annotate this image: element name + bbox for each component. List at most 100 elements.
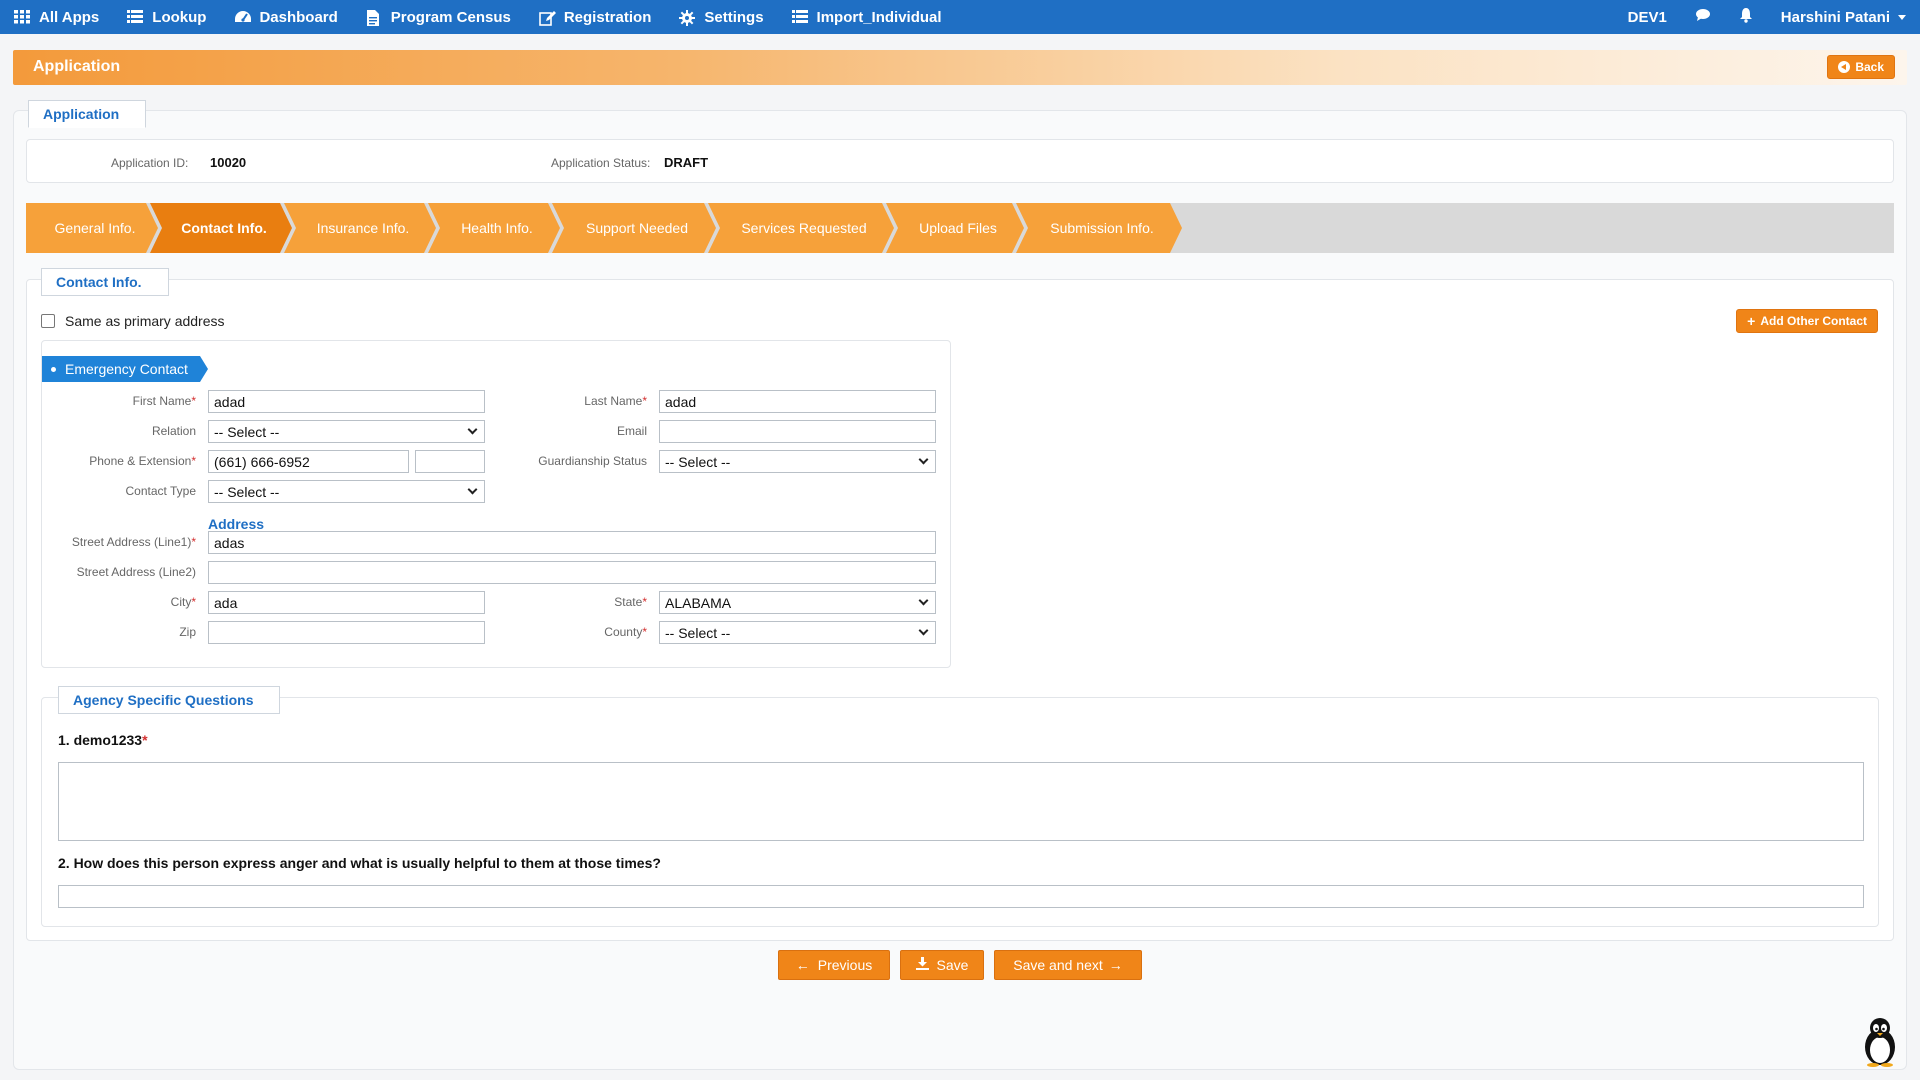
same-as-primary-row: Same as primary address [41, 313, 225, 329]
relation-label: Relation [151, 424, 196, 438]
env-badge: DEV1 [1614, 0, 1681, 34]
nav-registration-label: Registration [563, 8, 652, 26]
relation-value: -- Select -- [214, 423, 280, 440]
bell-icon [1739, 7, 1753, 27]
zip-input[interactable] [208, 621, 485, 644]
chevron-down-icon [467, 484, 478, 495]
street2-input[interactable] [208, 561, 936, 584]
application-status-value: DRAFT [664, 155, 709, 170]
step-label: Upload Files [919, 220, 997, 236]
last-name-input[interactable] [659, 390, 936, 413]
nav-program-census[interactable]: Program Census [352, 0, 525, 34]
relation-select[interactable]: -- Select -- [208, 420, 485, 443]
step-label: Services Requested [741, 220, 867, 236]
county-select[interactable]: -- Select -- [659, 621, 936, 644]
county-value: -- Select -- [665, 624, 731, 641]
bullet-icon [51, 367, 56, 372]
email-label: Email [616, 424, 647, 438]
step-upload-files[interactable]: Upload Files [886, 203, 1024, 253]
step-services-requested[interactable]: Services Requested [708, 203, 894, 253]
question-2-input[interactable] [58, 885, 1864, 908]
nav-settings[interactable]: Settings [665, 0, 777, 34]
question-2-label: 2. How does this person express anger an… [58, 855, 661, 871]
guardianship-select[interactable]: -- Select -- [659, 450, 936, 473]
first-name-input[interactable] [208, 390, 485, 413]
question-1-label: 1. demo1233* [58, 732, 148, 748]
chat-icon [1695, 8, 1711, 26]
first-name-label: First Name* [132, 394, 196, 408]
previous-label: Previous [817, 957, 873, 973]
same-as-primary-label: Same as primary address [65, 313, 225, 329]
nav-import-individual[interactable]: Import_Individual [778, 0, 956, 34]
chevron-down-icon [918, 595, 929, 606]
city-input[interactable] [208, 591, 485, 614]
list-icon [127, 10, 144, 24]
save-and-next-button[interactable]: Save and next → [994, 950, 1142, 980]
step-label: Contact Info. [181, 220, 267, 236]
step-label: General Info. [54, 220, 136, 236]
list-icon [791, 10, 808, 24]
chat-button[interactable] [1681, 0, 1725, 34]
step-label: Health Info. [461, 220, 533, 236]
nav-lookup-label: Lookup [152, 8, 207, 26]
user-menu[interactable]: Harshini Patani [1767, 0, 1920, 34]
grid-icon [14, 10, 30, 24]
add-other-contact-label: Add Other Contact [1760, 314, 1867, 328]
arrow-right-icon: → [1108, 957, 1123, 973]
step-support-needed[interactable]: Support Needed [552, 203, 716, 253]
nav-lookup[interactable]: Lookup [113, 0, 220, 34]
step-general-info[interactable]: General Info. [26, 203, 158, 253]
state-select[interactable]: ALABAMA [659, 591, 936, 614]
zip-label: Zip [179, 625, 196, 639]
contact-info-panel: Contact Info. Same as primary address + … [26, 268, 1894, 941]
nav-settings-label: Settings [704, 8, 764, 26]
back-label: Back [1855, 60, 1884, 74]
street1-label: Street Address (Line1)* [71, 535, 196, 549]
phone-input[interactable] [208, 450, 409, 473]
back-button[interactable]: Back [1827, 55, 1895, 79]
step-submission-info[interactable]: Submission Info. [1016, 203, 1182, 253]
address-heading: Address [208, 516, 265, 532]
guardianship-label: Guardianship Status [538, 454, 647, 468]
add-other-contact-button[interactable]: + Add Other Contact [1736, 309, 1878, 333]
application-tab: Application [28, 100, 146, 128]
emergency-contact-label: Emergency Contact [65, 361, 188, 377]
street1-input[interactable] [208, 531, 936, 554]
nav-registration[interactable]: Registration [525, 0, 666, 34]
gear-icon [679, 10, 696, 26]
chevron-down-icon [918, 625, 929, 636]
last-name-label: Last Name* [584, 394, 647, 408]
save-button[interactable]: Save [900, 950, 984, 980]
nav-all-apps-label: All Apps [39, 8, 100, 26]
arrow-left-icon: ← [795, 957, 810, 973]
contact-type-select[interactable]: -- Select -- [208, 480, 485, 503]
download-icon [915, 957, 929, 973]
nav-right: DEV1 Harshini Patani [1614, 0, 1920, 34]
nav-all-apps[interactable]: All Apps [0, 0, 113, 34]
application-id-value: 10020 [210, 155, 247, 170]
step-label: Submission Info. [1050, 220, 1154, 236]
nav-dashboard[interactable]: Dashboard [220, 0, 351, 34]
env-label: DEV1 [1627, 8, 1667, 26]
emergency-contact-ribbon: Emergency Contact [42, 356, 208, 382]
notifications-button[interactable] [1725, 0, 1767, 34]
save-and-next-label: Save and next [1013, 957, 1103, 973]
edit-icon [539, 10, 556, 26]
previous-button[interactable]: ← Previous [778, 950, 890, 980]
same-as-primary-checkbox[interactable] [41, 314, 55, 328]
question-1-textarea[interactable] [58, 762, 1864, 841]
step-contact-info[interactable]: Contact Info. [150, 203, 292, 253]
step-label: Support Needed [586, 220, 688, 236]
step-insurance-info[interactable]: Insurance Info. [284, 203, 436, 253]
chevron-down-icon [918, 454, 929, 465]
penguin-mascot-icon[interactable] [1860, 1015, 1900, 1067]
application-panel: Application Application ID: 10020 Applic… [13, 100, 1907, 1070]
step-label: Insurance Info. [316, 220, 410, 236]
email-input[interactable] [659, 420, 936, 443]
plus-icon: + [1747, 313, 1756, 329]
caret-down-icon [1898, 14, 1906, 20]
application-status-label: Application Status: [551, 156, 651, 170]
dashboard-icon [234, 10, 252, 24]
contact-type-value: -- Select -- [214, 483, 280, 500]
step-health-info[interactable]: Health Info. [428, 203, 560, 253]
